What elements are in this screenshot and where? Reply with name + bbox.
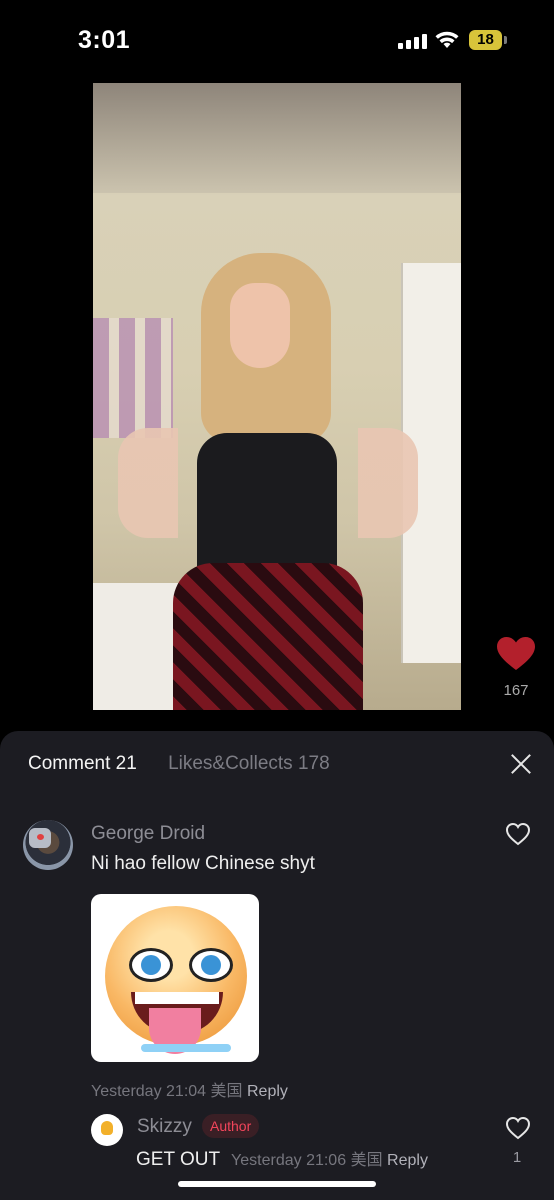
author-badge: Author	[202, 1114, 260, 1138]
video-player[interactable]	[93, 83, 461, 710]
reply-username[interactable]: Skizzy	[137, 1116, 192, 1138]
video-scene-person-pants	[173, 563, 363, 710]
comment-username[interactable]: George Droid	[91, 823, 205, 845]
reply-line: GET OUT Yesterday 21:06 美国 Reply	[136, 1146, 428, 1171]
tab-comments[interactable]: Comment 21	[28, 753, 137, 774]
comment-timestamp: Yesterday 21:04	[91, 1083, 207, 1100]
video-scene-person-face	[230, 283, 290, 368]
reply-location: 美国	[350, 1152, 383, 1169]
status-time: 3:01	[78, 26, 131, 54]
heart-outline-icon[interactable]	[505, 822, 531, 846]
comment-meta: Yesterday 21:04 美国 Reply	[91, 1077, 288, 1101]
like-count: 167	[503, 682, 529, 699]
like-button[interactable]: 167	[496, 636, 536, 699]
reply-text: GET OUT	[136, 1149, 220, 1170]
heart-outline-icon[interactable]	[505, 1116, 531, 1140]
battery-level: 18	[477, 31, 494, 48]
video-scene-shelf	[93, 583, 178, 710]
avatar[interactable]	[23, 820, 73, 870]
video-scene-ceiling	[93, 83, 461, 193]
comment-text: Ni hao fellow Chinese shyt	[91, 853, 315, 874]
comments-sheet: Comment 21 Likes&Collects 178 George Dro…	[0, 731, 554, 1200]
reply-button[interactable]: Reply	[247, 1083, 288, 1100]
reply-button[interactable]: Reply	[387, 1152, 428, 1169]
heart-icon	[497, 637, 535, 670]
reply-like-count: 1	[512, 1149, 522, 1166]
comments-tabs: Comment 21 Likes&Collects 178	[28, 753, 330, 775]
avatar[interactable]	[91, 1114, 123, 1146]
tab-likes-collects[interactable]: Likes&Collects 178	[168, 753, 330, 774]
status-bar: 3:01 18	[0, 0, 554, 84]
home-indicator[interactable]	[178, 1181, 376, 1187]
cellular-signal-icon	[398, 34, 427, 49]
comment-sticker-image[interactable]	[91, 894, 259, 1062]
battery-icon: 18	[469, 30, 507, 50]
video-scene-posters	[93, 318, 173, 438]
close-icon[interactable]	[510, 753, 532, 775]
reply-timestamp: Yesterday 21:06	[231, 1152, 347, 1169]
wifi-icon	[435, 31, 459, 48]
comment-location: 美国	[210, 1083, 243, 1100]
